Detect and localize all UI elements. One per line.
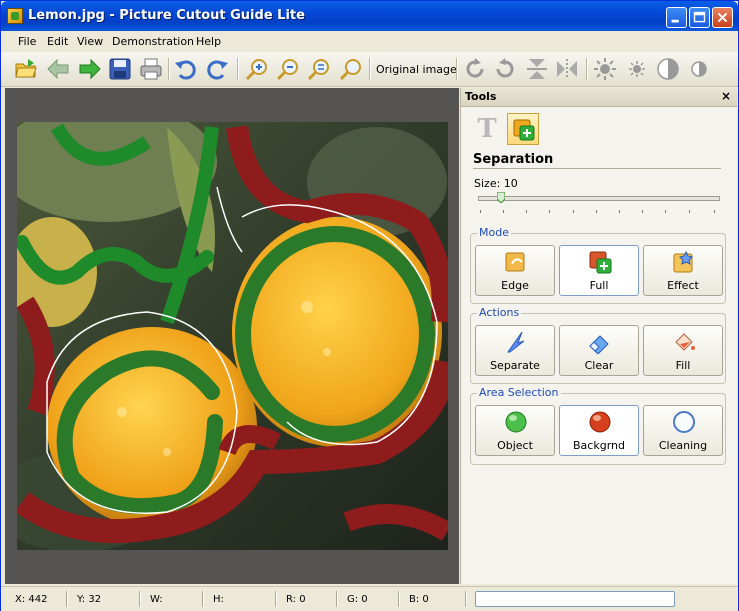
object-icon — [505, 411, 527, 433]
status-b: B: 0 — [409, 594, 429, 605]
forward-icon[interactable] — [78, 57, 102, 81]
slider-ticks — [478, 210, 718, 214]
panel-title: Tools — [465, 90, 497, 103]
zoom-fit-icon[interactable] — [307, 57, 331, 81]
area-selection-group-label: Area Selection — [477, 386, 561, 399]
redo-icon[interactable] — [205, 57, 229, 81]
fill-button[interactable]: Fill — [643, 325, 723, 376]
progress-bar — [475, 591, 675, 607]
close-button[interactable] — [712, 7, 733, 28]
object-label: Object — [497, 439, 533, 452]
menu-demonstration[interactable]: Demonstration — [112, 35, 194, 48]
object-button[interactable]: Object — [475, 405, 555, 456]
size-slider-thumb[interactable] — [497, 192, 505, 203]
app-icon — [7, 8, 23, 24]
text-tool-icon[interactable]: T — [474, 114, 500, 144]
flip-horizontal-icon[interactable] — [555, 57, 579, 81]
open-icon[interactable] — [14, 57, 38, 81]
menu-file[interactable]: File — [18, 35, 36, 48]
full-button[interactable]: Full — [559, 245, 639, 296]
back-icon[interactable] — [46, 57, 70, 81]
image-canvas[interactable] — [5, 88, 459, 584]
eraser-icon — [589, 335, 609, 354]
mode-group-label: Mode — [477, 226, 511, 239]
close-icon — [717, 12, 728, 23]
app-window: Lemon.jpg - Picture Cutout Guide Lite Fi… — [0, 0, 739, 611]
separate-icon — [507, 331, 525, 353]
full-icon — [589, 251, 612, 274]
zoom-in-icon[interactable] — [245, 57, 269, 81]
actions-group-label: Actions — [477, 306, 522, 319]
section-divider — [473, 168, 721, 169]
menu-view[interactable]: View — [77, 35, 103, 48]
actions-group: Actions Separate Clear Fill — [470, 306, 726, 384]
edge-label: Edge — [501, 279, 529, 292]
menu-help[interactable]: Help — [196, 35, 221, 48]
zoom-out-icon[interactable] — [276, 57, 300, 81]
photo-image — [17, 122, 448, 550]
cleaning-label: Cleaning — [658, 439, 708, 452]
undo-icon[interactable] — [174, 57, 198, 81]
background-button[interactable]: Backgrnd — [559, 405, 639, 456]
rotate-left-icon[interactable] — [493, 57, 517, 81]
cleaning-icon — [673, 411, 695, 433]
status-y: Y: 32 — [77, 594, 102, 605]
clear-button[interactable]: Clear — [559, 325, 639, 376]
menu-edit[interactable]: Edit — [47, 35, 68, 48]
menu-bar: File Edit View Demonstration Help — [1, 31, 738, 51]
panel-close-button[interactable]: × — [721, 89, 731, 103]
background-icon — [589, 411, 611, 433]
edge-icon — [505, 252, 525, 272]
full-label: Full — [589, 279, 609, 292]
print-icon[interactable] — [139, 57, 163, 81]
cleaning-button[interactable]: Cleaning — [643, 405, 723, 456]
maximize-icon — [693, 11, 706, 23]
panel-header: Tools × — [461, 88, 737, 107]
zoom-actual-icon[interactable] — [339, 57, 363, 81]
brightness-icon[interactable] — [593, 57, 617, 81]
status-x: X: 442 — [15, 594, 48, 605]
fill-icon — [675, 333, 695, 351]
rotate-right-icon[interactable] — [463, 57, 487, 81]
title-bar[interactable]: Lemon.jpg - Picture Cutout Guide Lite — [1, 1, 738, 31]
mode-group: Mode Edge Full Effect — [470, 226, 726, 304]
contrast-icon[interactable] — [656, 57, 680, 81]
minimize-button[interactable] — [666, 7, 687, 28]
status-bar: X: 442 Y: 32 W: H: R: 0 G: 0 B: 0 — [1, 586, 738, 611]
brightness-small-icon[interactable] — [625, 57, 649, 81]
status-r: R: 0 — [286, 594, 306, 605]
separation-tool-button[interactable] — [507, 113, 539, 145]
maximize-button[interactable] — [689, 7, 710, 28]
original-image-button[interactable]: Original image — [376, 63, 457, 76]
separation-icon — [513, 119, 535, 141]
background-label: Backgrnd — [573, 439, 625, 452]
toolbar: Original image — [1, 52, 738, 87]
status-w: W: — [150, 594, 163, 605]
flip-vertical-icon[interactable] — [525, 57, 549, 81]
clear-label: Clear — [584, 359, 614, 372]
size-label: Size: 10 — [474, 177, 518, 190]
area-selection-group: Area Selection Object Backgrnd Cleaning — [470, 386, 726, 465]
tools-panel: Tools × T Separation Size: 10 Mode Edge … — [460, 88, 737, 584]
separate-label: Separate — [490, 359, 540, 372]
minimize-icon — [671, 19, 679, 23]
section-title: Separation — [473, 152, 554, 167]
effect-button[interactable]: Effect — [643, 245, 723, 296]
status-g: G: 0 — [347, 594, 368, 605]
size-slider-track[interactable] — [478, 196, 720, 201]
fill-label: Fill — [675, 359, 691, 372]
effect-label: Effect — [667, 279, 699, 292]
contrast-small-icon[interactable] — [687, 57, 711, 81]
window-title: Lemon.jpg - Picture Cutout Guide Lite — [28, 8, 305, 23]
status-h: H: — [213, 594, 224, 605]
edge-button[interactable]: Edge — [475, 245, 555, 296]
save-icon[interactable] — [108, 57, 132, 81]
separate-button[interactable]: Separate — [475, 325, 555, 376]
lemon-photo[interactable] — [17, 122, 448, 550]
effect-icon — [673, 250, 693, 273]
